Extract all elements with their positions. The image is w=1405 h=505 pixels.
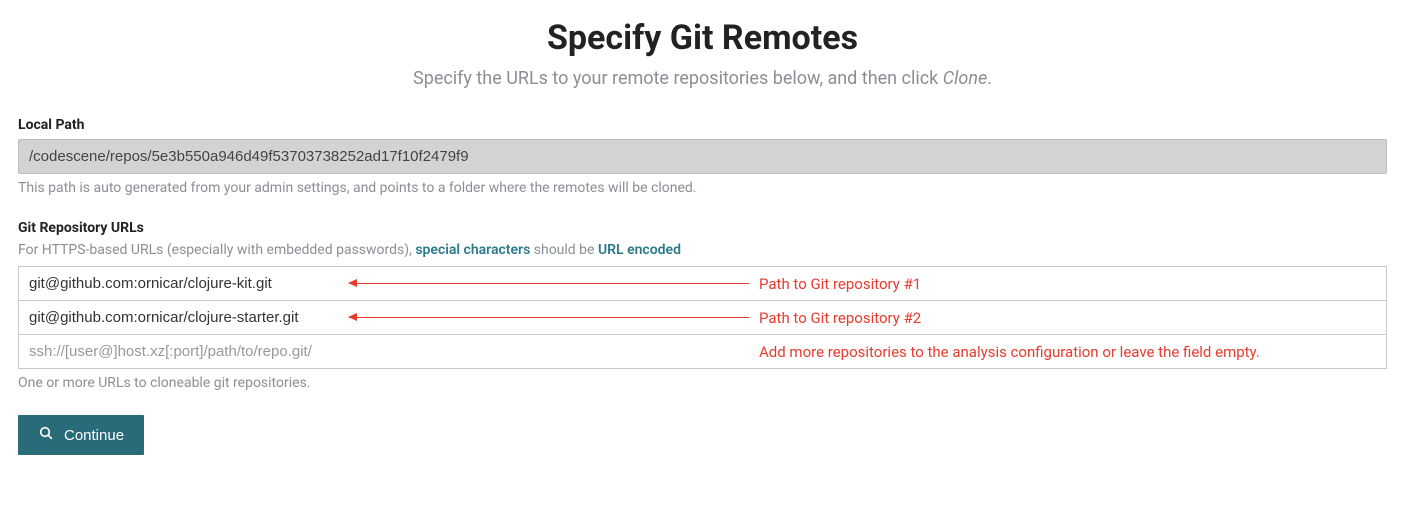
local-path-section: Local Path This path is auto generated f… [18,117,1387,196]
special-characters-link[interactable]: special characters [415,242,530,258]
repo-url-input-2[interactable] [19,301,1386,334]
search-icon [38,425,54,445]
subtitle-text-post: . [987,68,992,89]
actions-bar: Continue [18,415,1387,455]
url-encoded-link[interactable]: URL encoded [598,242,681,258]
repo-url-input-3[interactable] [19,335,1386,368]
repo-url-table: Path to Git repository #1 Path to Git re… [18,266,1387,369]
page-header: Specify Git Remotes Specify the URLs to … [18,18,1387,89]
git-urls-help-mid: should be [530,242,598,258]
git-urls-label: Git Repository URLs [18,220,1387,236]
git-urls-help: For HTTPS-based URLs (especially with em… [18,242,1387,258]
subtitle-clone-word: Clone [943,68,987,89]
local-path-label: Local Path [18,117,1387,133]
repo-url-row: Add more repositories to the analysis co… [19,335,1386,368]
local-path-input [18,139,1387,174]
repo-url-row: Path to Git repository #1 [19,267,1386,301]
continue-button-label: Continue [64,427,124,444]
local-path-help: This path is auto generated from your ad… [18,180,1387,196]
page-title: Specify Git Remotes [18,18,1387,58]
continue-button[interactable]: Continue [18,415,144,455]
page-subtitle: Specify the URLs to your remote reposito… [18,68,1387,89]
subtitle-text-pre: Specify the URLs to your remote reposito… [413,68,943,89]
git-urls-help-pre: For HTTPS-based URLs (especially with em… [18,242,415,258]
git-urls-footer-help: One or more URLs to cloneable git reposi… [18,375,1387,391]
repo-url-input-1[interactable] [19,267,1386,300]
repo-url-row: Path to Git repository #2 [19,301,1386,335]
git-urls-section: Git Repository URLs For HTTPS-based URLs… [18,220,1387,391]
